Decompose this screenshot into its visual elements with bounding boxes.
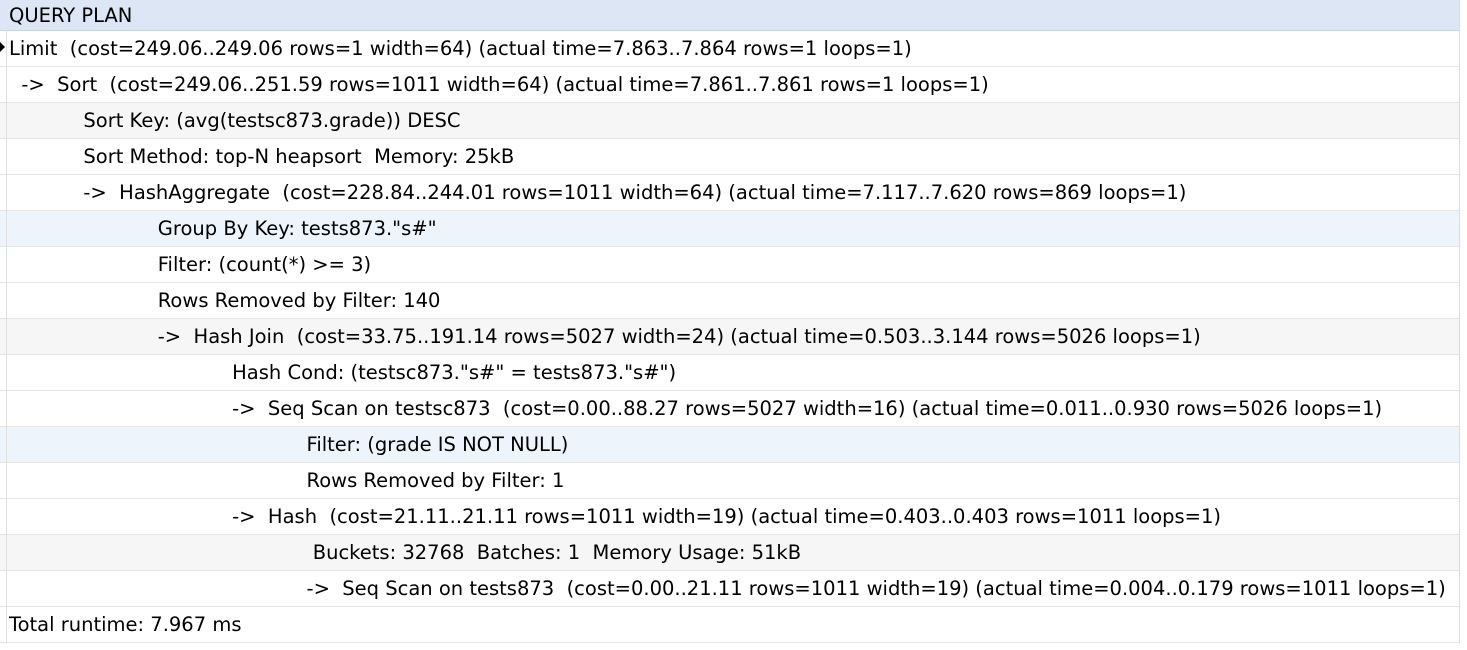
table-row[interactable]: -> Hash Join (cost=33.75..191.14 rows=50… bbox=[0, 319, 1459, 355]
query-plan-grid: QUERY PLAN Limit (cost=249.06..249.06 ro… bbox=[0, 0, 1460, 643]
row-text: Hash Cond: (testsc873."s#" = tests873."s… bbox=[9, 361, 677, 384]
row-header-divider bbox=[6, 31, 7, 643]
row-text: Sort Key: (avg(testsc873.grade)) DESC bbox=[9, 109, 461, 132]
table-row[interactable]: -> HashAggregate (cost=228.84..244.01 ro… bbox=[0, 175, 1459, 211]
row-text: Sort Method: top-N heapsort Memory: 25kB bbox=[9, 145, 515, 168]
table-row[interactable]: Filter: (count(*) >= 3) bbox=[0, 247, 1459, 283]
table-row[interactable]: -> Hash (cost=21.11..21.11 rows=1011 wid… bbox=[0, 499, 1459, 535]
table-row[interactable]: Rows Removed by Filter: 140 bbox=[0, 283, 1459, 319]
table-row[interactable]: Hash Cond: (testsc873."s#" = tests873."s… bbox=[0, 355, 1459, 391]
table-row[interactable]: Total runtime: 7.967 ms bbox=[0, 607, 1459, 643]
row-text: -> Sort (cost=249.06..251.59 rows=1011 w… bbox=[9, 73, 989, 96]
row-text: Total runtime: 7.967 ms bbox=[9, 613, 242, 636]
row-text: Filter: (count(*) >= 3) bbox=[9, 253, 372, 276]
table-row[interactable]: Sort Method: top-N heapsort Memory: 25kB bbox=[0, 139, 1459, 175]
table-row[interactable]: Buckets: 32768 Batches: 1 Memory Usage: … bbox=[0, 535, 1459, 571]
table-row[interactable]: Sort Key: (avg(testsc873.grade)) DESC bbox=[0, 103, 1459, 139]
row-text: -> Hash Join (cost=33.75..191.14 rows=50… bbox=[9, 325, 1201, 348]
row-text: Rows Removed by Filter: 140 bbox=[9, 289, 441, 312]
row-text: -> HashAggregate (cost=228.84..244.01 ro… bbox=[9, 181, 1187, 204]
table-row[interactable]: -> Sort (cost=249.06..251.59 rows=1011 w… bbox=[0, 67, 1459, 103]
row-text: -> Seq Scan on testsc873 (cost=0.00..88.… bbox=[9, 397, 1383, 420]
row-text: -> Hash (cost=21.11..21.11 rows=1011 wid… bbox=[9, 505, 1222, 528]
table-row[interactable]: Filter: (grade IS NOT NULL) bbox=[0, 427, 1459, 463]
row-text: Limit (cost=249.06..249.06 rows=1 width=… bbox=[9, 37, 912, 60]
row-text: Rows Removed by Filter: 1 bbox=[9, 469, 565, 492]
row-text: Group By Key: tests873."s#" bbox=[9, 217, 437, 240]
table-row[interactable]: -> Seq Scan on tests873 (cost=0.00..21.1… bbox=[0, 571, 1459, 607]
table-row[interactable]: -> Seq Scan on testsc873 (cost=0.00..88.… bbox=[0, 391, 1459, 427]
row-text: Filter: (grade IS NOT NULL) bbox=[9, 433, 569, 456]
table-row[interactable]: Rows Removed by Filter: 1 bbox=[0, 463, 1459, 499]
current-row-marker-icon bbox=[0, 42, 5, 52]
table-row[interactable]: Limit (cost=249.06..249.06 rows=1 width=… bbox=[0, 31, 1459, 67]
row-text: -> Seq Scan on tests873 (cost=0.00..21.1… bbox=[9, 577, 1446, 600]
query-plan-column-header[interactable]: QUERY PLAN bbox=[0, 0, 1459, 31]
row-text: Buckets: 32768 Batches: 1 Memory Usage: … bbox=[9, 541, 802, 564]
table-row[interactable]: Group By Key: tests873."s#" bbox=[0, 211, 1459, 247]
